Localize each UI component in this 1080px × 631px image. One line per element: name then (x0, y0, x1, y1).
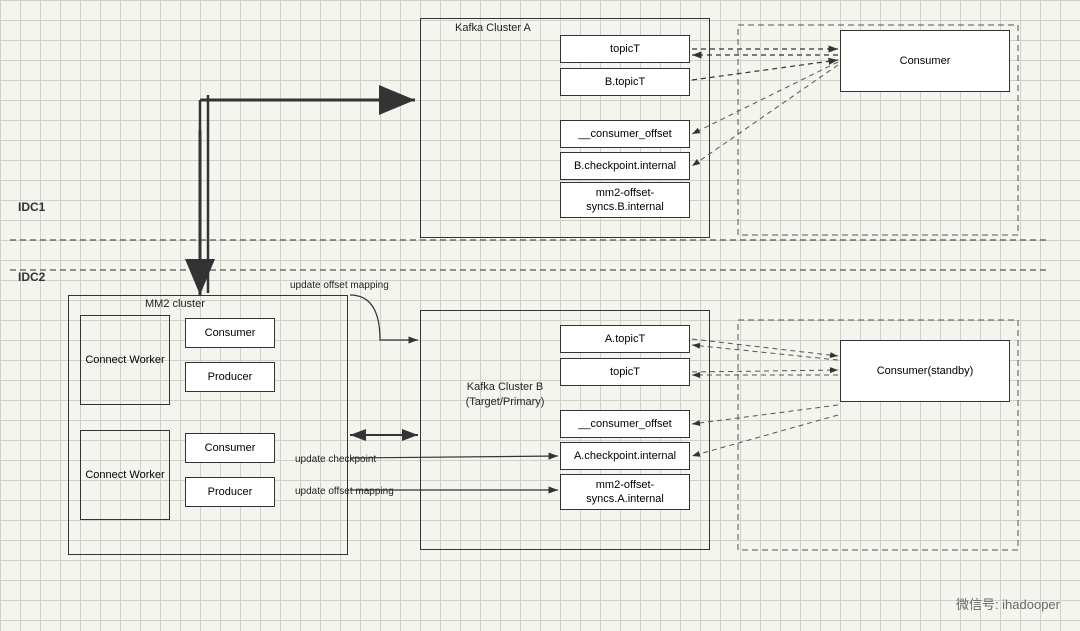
consumer-standby-box: Consumer(standby) (840, 340, 1010, 402)
consumer-main-box: Consumer (840, 30, 1010, 92)
kafka-cluster-a-label: Kafka Cluster A (455, 22, 531, 34)
kafka-cluster-b-label: Kafka Cluster B(Target/Primary) (455, 380, 555, 411)
a-checkpoint-label: A.checkpoint.internal (574, 449, 676, 463)
atopic-t-b-box: A.topicT (560, 325, 690, 353)
consumer-small-1-box: Consumer (185, 318, 275, 348)
consumer-offset-b-label: __consumer_offset (578, 417, 671, 431)
b-checkpoint-box: B.checkpoint.internal (560, 152, 690, 180)
update-checkpoint-label: update checkpoint (295, 454, 376, 465)
mm2-offset-syncs-a-label: mm2-offset-syncs.A.internal (561, 478, 689, 507)
producer-2-label: Producer (208, 485, 253, 499)
mm2-offset-syncs-b-box: mm2-offset-syncs.B.internal (560, 182, 690, 218)
producer-2-box: Producer (185, 477, 275, 507)
consumer-small-2-box: Consumer (185, 433, 275, 463)
topic-t-b-label: topicT (610, 365, 640, 379)
consumer-standby-label: Consumer(standby) (877, 364, 974, 378)
topic-t-b-box: topicT (560, 358, 690, 386)
idc1-label: IDC1 (18, 200, 45, 214)
idc2-label: IDC2 (18, 270, 45, 284)
consumer-offset-a-label: __consumer_offset (578, 127, 671, 141)
diagram-container: IDC1 IDC2 Kafka Cluster A topicT B.topic… (0, 0, 1080, 631)
connect-worker-1-label: Connect Worker (85, 353, 164, 367)
connect-worker-2-label: Connect Worker (85, 468, 164, 482)
update-offset-mapping-label: update offset mapping (290, 280, 389, 291)
mm2-offset-syncs-b-label: mm2-offset-syncs.B.internal (561, 186, 689, 215)
btopic-t-a-label: B.topicT (605, 75, 645, 89)
a-checkpoint-box: A.checkpoint.internal (560, 442, 690, 470)
connect-worker-1-box: Connect Worker (80, 315, 170, 405)
topic-t-a-box: topicT (560, 35, 690, 63)
mm2-offset-syncs-a-box: mm2-offset-syncs.A.internal (560, 474, 690, 510)
mm2-cluster-label: MM2 cluster (145, 298, 205, 310)
connect-worker-2-box: Connect Worker (80, 430, 170, 520)
atopic-t-b-label: A.topicT (605, 332, 645, 346)
consumer-small-1-label: Consumer (205, 326, 256, 340)
consumer-main-label: Consumer (900, 54, 951, 68)
b-checkpoint-label: B.checkpoint.internal (574, 159, 676, 173)
consumer-offset-a-box: __consumer_offset (560, 120, 690, 148)
btopic-t-a-box: B.topicT (560, 68, 690, 96)
producer-1-box: Producer (185, 362, 275, 392)
update-offset-mapping2-label: update offset mapping (295, 486, 394, 497)
consumer-offset-b-box: __consumer_offset (560, 410, 690, 438)
topic-t-a-label: topicT (610, 42, 640, 56)
watermark: 微信号: ihadooper (956, 594, 1060, 613)
consumer-small-2-label: Consumer (205, 441, 256, 455)
producer-1-label: Producer (208, 370, 253, 384)
